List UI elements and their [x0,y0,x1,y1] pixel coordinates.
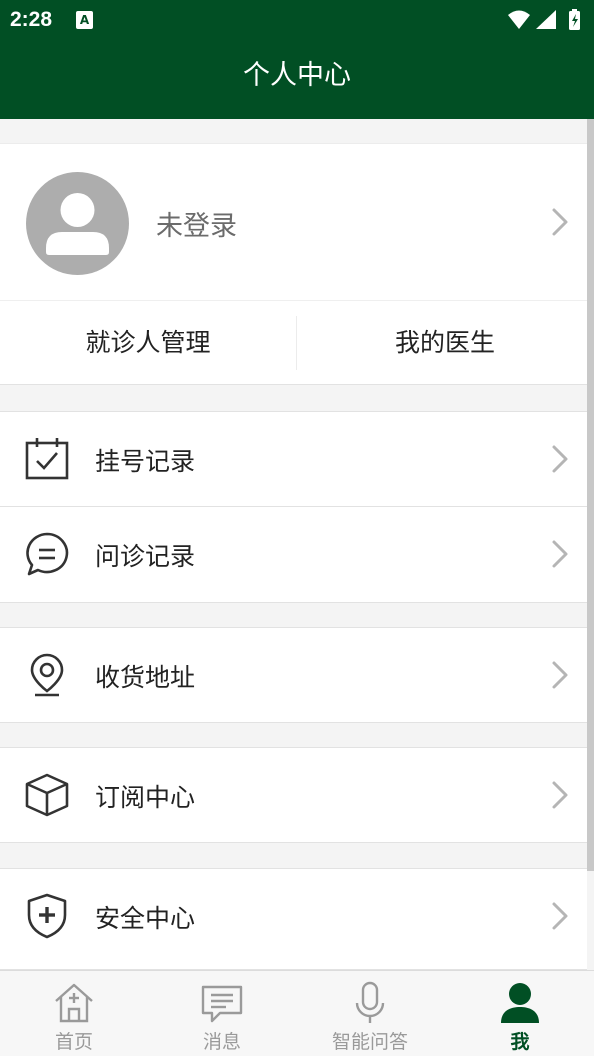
menu-item-label: 订阅中心 [95,783,196,812]
chevron-right-icon[interactable] [551,207,569,237]
chevron-right-icon [552,661,568,689]
tab-label: 我 [510,1031,530,1053]
app-header: 个人中心 [0,40,594,119]
box-icon [25,773,69,817]
chevron-right-icon [552,445,568,473]
tab-label: 消息 [202,1031,241,1053]
tab-label: 智能问答 [331,1031,408,1053]
bottom-tab-bar: 首页 消息 智能问答 我 [0,970,594,1056]
menu-item-label: 安全中心 [95,904,196,933]
shield-plus-icon [27,893,67,939]
chat-bubble-icon [26,532,69,576]
system-status-icons [508,9,580,30]
location-pin-icon [30,653,64,697]
status-time: 2:28 [10,8,53,31]
wifi-icon [508,10,530,29]
menu-item-label: 问诊记录 [95,542,196,571]
status-bar: 2:28 A [0,0,594,40]
home-icon [55,983,93,1023]
chevron-right-icon [552,902,568,930]
signal-icon [536,10,556,29]
menu-item-label: 挂号记录 [95,447,196,476]
menu-item-label: 收货地址 [95,663,196,692]
chevron-right-icon [552,540,568,568]
menu-item-shipping-address[interactable]: 收货地址 [0,627,587,723]
avatar-person-icon [46,193,109,255]
message-icon [201,985,243,1023]
scrollbar[interactable] [587,119,594,871]
tab-me[interactable]: 我 [446,971,594,1056]
menu-item-security-center[interactable]: 安全中心 [0,868,587,970]
calendar-check-icon [25,438,69,480]
menu-item-registration-records[interactable]: 挂号记录 [0,411,587,507]
notification-icon: A [76,11,93,29]
page-title: 个人中心 [243,60,351,91]
tab-messages[interactable]: 消息 [148,971,296,1056]
microphone-icon [355,981,385,1023]
login-status-text[interactable]: 未登录 [156,204,237,243]
menu-item-consultation-records[interactable]: 问诊记录 [0,507,587,603]
profile-card: 未登录 就诊人管理 我的医生 [0,143,587,385]
tab-smart-qa[interactable]: 智能问答 [296,971,444,1056]
avatar[interactable] [26,172,129,275]
menu-item-subscription-center[interactable]: 订阅中心 [0,747,587,843]
patient-management-button[interactable]: 就诊人管理 [0,301,296,385]
tab-label: 首页 [54,1031,93,1053]
chevron-right-icon [552,781,568,809]
my-doctor-button[interactable]: 我的医生 [297,301,593,385]
person-icon [501,983,539,1023]
tab-home[interactable]: 首页 [0,971,148,1056]
